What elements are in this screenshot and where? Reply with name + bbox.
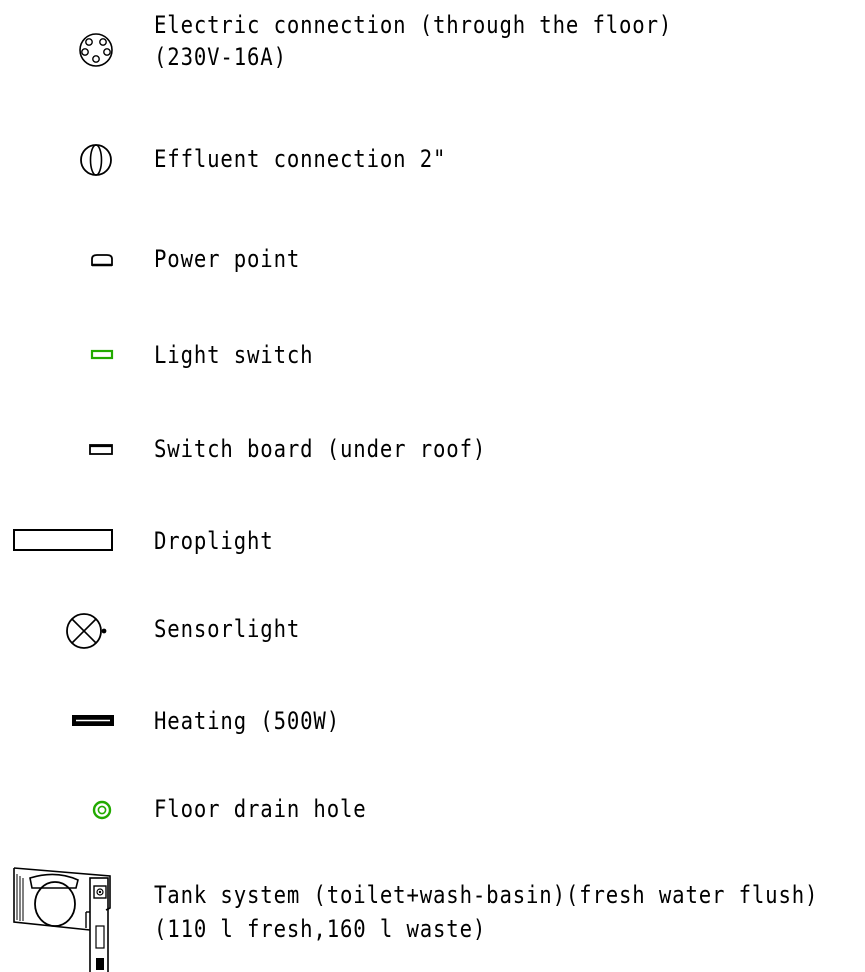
legend-label-line: Power point: [154, 245, 301, 273]
symbol-legend: Electric connection (through the floor) …: [0, 0, 865, 972]
effluent-connection-icon: [80, 144, 112, 176]
legend-label-line: Tank system (toilet+wash-basin)(fresh wa…: [154, 881, 819, 909]
legend-label-line: Sensorlight: [154, 615, 301, 643]
legend-label-line: Switch board (under roof): [154, 435, 487, 463]
legend-label-line: Droplight: [154, 527, 274, 555]
legend-label-line: Heating (500W): [154, 707, 341, 735]
electric-connection-icon: [79, 33, 113, 67]
legend-label-line: Floor drain hole: [154, 795, 367, 823]
heating-icon: [72, 715, 114, 726]
light-switch-icon: [90, 349, 114, 360]
switch-board-icon: [89, 444, 113, 455]
tank-system-icon: [13, 867, 111, 972]
legend-label-line: (110 l fresh,160 l waste): [154, 915, 487, 943]
legend-label-line: (230V-16A): [154, 43, 287, 71]
floor-drain-hole-icon: [92, 800, 112, 820]
legend-label-line: Light switch: [154, 341, 314, 369]
power-point-icon: [91, 254, 113, 267]
droplight-icon: [13, 529, 113, 551]
legend-label-line: Effluent connection 2": [154, 145, 447, 173]
legend-label-line: Electric connection (through the floor): [154, 11, 673, 39]
sensorlight-icon: [66, 613, 107, 649]
